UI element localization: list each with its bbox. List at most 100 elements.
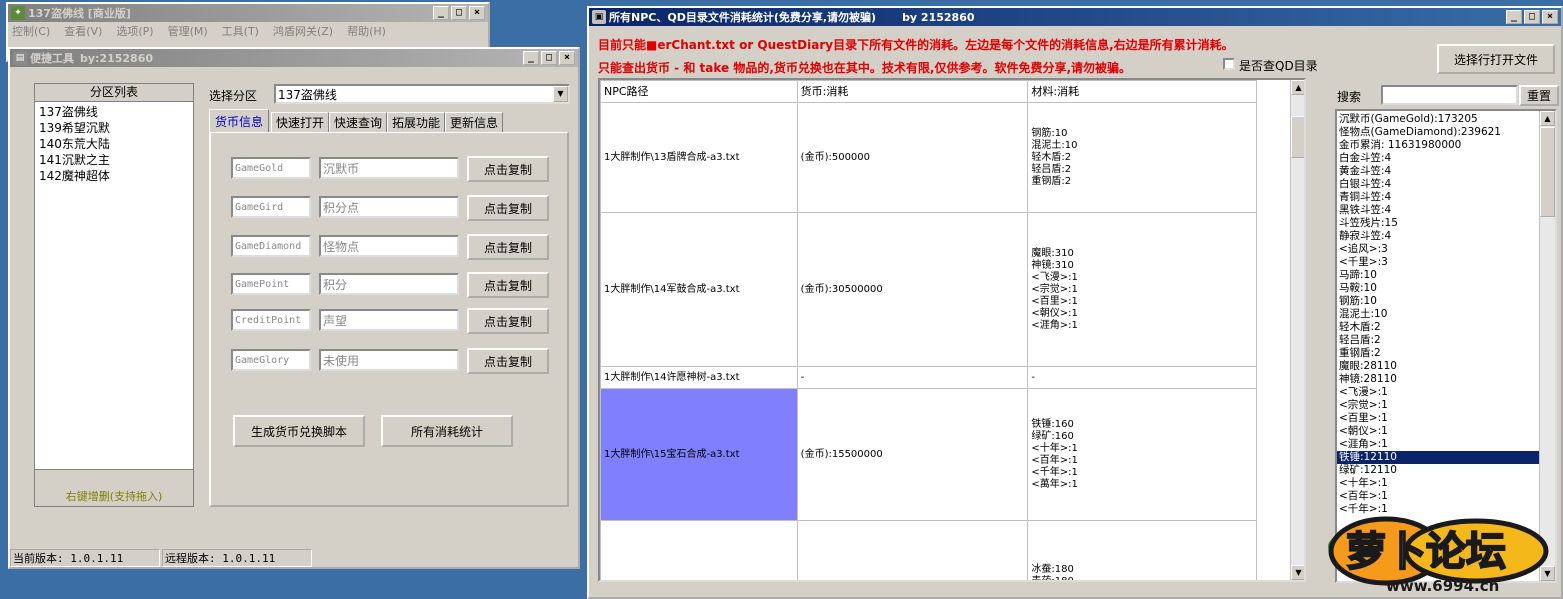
menu-item[interactable]: 管理(M): [168, 23, 208, 39]
zone-list-item[interactable]: 142魔神超体: [39, 168, 189, 184]
minimize-button[interactable]: _: [1506, 10, 1522, 24]
tab-2[interactable]: 快速查询: [329, 112, 387, 132]
zone-list[interactable]: 137盗佛线 139希望沉默 140东荒大陆 141沉默之主 142魔神超体: [35, 102, 193, 470]
summary-item[interactable]: 怪物点(GameDiamond):239621: [1337, 126, 1541, 139]
summary-item[interactable]: 马鞍:10: [1337, 282, 1541, 295]
currency-name-field[interactable]: 声望: [319, 309, 459, 331]
summary-item[interactable]: <千里>:3: [1337, 256, 1541, 269]
summary-item[interactable]: 魔眼:28110: [1337, 360, 1541, 373]
summary-item[interactable]: 金币累消: 11631980000: [1337, 139, 1541, 152]
menu-item[interactable]: 鸿盾网关(Z): [273, 23, 333, 39]
summary-item[interactable]: 黄金斗笠:4: [1337, 165, 1541, 178]
maximize-button[interactable]: □: [1524, 10, 1540, 24]
column-header[interactable]: NPC路径: [600, 80, 798, 103]
generate-exchange-script-button[interactable]: 生成货币兑换脚本: [233, 415, 365, 447]
chevron-down-icon[interactable]: ▼: [553, 86, 568, 102]
menu-item[interactable]: 工具(T): [222, 23, 259, 39]
reset-button[interactable]: 重置: [1519, 85, 1559, 106]
tab-0[interactable]: 货币信息: [209, 109, 269, 132]
zone-list-item[interactable]: 137盗佛线: [39, 104, 189, 120]
summary-item[interactable]: 神镜:28110: [1337, 373, 1541, 386]
table-row[interactable]: 1大胖制作\14军鼓合成-a3.txt (金币):30500000 魔眼:310 神镜…: [600, 212, 1257, 367]
zone-list-item[interactable]: 141沉默之主: [39, 152, 189, 168]
npc-path-cell[interactable]: 1大胖制作\14军鼓合成-a3.txt: [600, 212, 798, 367]
currency-code-field[interactable]: GameDiamond: [231, 235, 311, 257]
summary-item[interactable]: <百里>:1: [1337, 412, 1541, 425]
summary-item[interactable]: <涯角>:1: [1337, 438, 1541, 451]
scroll-down-icon[interactable]: ▼: [1291, 565, 1304, 580]
currency-name-field[interactable]: 积分: [319, 273, 459, 295]
copy-button[interactable]: 点击复制: [467, 348, 549, 374]
npc-path-cell[interactable]: [600, 520, 798, 580]
table-row[interactable]: 1大胖制作\13盾牌合成-a3.txt (金币):500000 钢筋:10 混泥土:1…: [600, 102, 1257, 213]
summary-item[interactable]: 黑铁斗笠:4: [1337, 204, 1541, 217]
tab-3[interactable]: 拓展功能: [387, 112, 445, 132]
close-button[interactable]: ×: [1542, 10, 1558, 24]
copy-button[interactable]: 点击复制: [467, 272, 549, 298]
summary-item[interactable]: 重钢盾:2: [1337, 347, 1541, 360]
npc-path-cell[interactable]: 1大胖制作\13盾牌合成-a3.txt: [600, 102, 798, 213]
summary-item[interactable]: <追风>:3: [1337, 243, 1541, 256]
search-input[interactable]: [1381, 85, 1518, 105]
copy-button[interactable]: 点击复制: [467, 308, 549, 334]
close-button[interactable]: ×: [559, 51, 575, 65]
main-app-titlebar[interactable]: ✦ 137盗佛线 [商业版] _ □ ×: [8, 4, 488, 22]
column-header[interactable]: 货币:消耗: [796, 80, 1029, 103]
qd-checkbox[interactable]: [1223, 58, 1235, 70]
currency-name-field[interactable]: 积分点: [319, 196, 459, 218]
currency-code-field[interactable]: GamePoint: [231, 273, 311, 295]
summary-item[interactable]: 轻吕盾:2: [1337, 334, 1541, 347]
summary-item[interactable]: 斗笠残片:15: [1337, 217, 1541, 230]
close-button[interactable]: ×: [469, 6, 485, 20]
copy-button[interactable]: 点击复制: [467, 195, 549, 221]
summary-item[interactable]: <十年>:1: [1337, 477, 1541, 490]
summary-item[interactable]: <百年>:1: [1337, 490, 1541, 503]
table-row[interactable]: 冰蚕:180毒药:180香汕斗龄:1: [600, 520, 1257, 580]
copy-button[interactable]: 点击复制: [467, 234, 549, 260]
zone-select[interactable]: 137盗佛线 ▼: [274, 84, 570, 104]
currency-name-field[interactable]: 未使用: [319, 349, 459, 371]
summary-item[interactable]: 马蹄:10: [1337, 269, 1541, 282]
tool-titlebar[interactable]: ▤ 便捷工具 by:2152860 _ □ ×: [10, 49, 578, 67]
menu-item[interactable]: 控制(C): [12, 23, 50, 39]
summary-item[interactable]: 青铜斗笠:4: [1337, 191, 1541, 204]
scroll-thumb[interactable]: [1291, 116, 1304, 158]
copy-button[interactable]: 点击复制: [467, 156, 549, 182]
summary-item[interactable]: 绿矿:12110: [1337, 464, 1541, 477]
summary-item[interactable]: <飞漫>:1: [1337, 386, 1541, 399]
all-consumption-stats-button[interactable]: 所有消耗统计: [381, 415, 513, 447]
summary-item[interactable]: 静寂斗笠:4: [1337, 230, 1541, 243]
menu-item[interactable]: 帮助(H): [347, 23, 386, 39]
summary-item[interactable]: 铁锤:12110: [1337, 451, 1541, 464]
minimize-button[interactable]: _: [433, 6, 449, 20]
menu-item[interactable]: 选项(P): [116, 23, 153, 39]
scroll-up-icon[interactable]: ▲: [1291, 80, 1304, 95]
summary-item[interactable]: 钢筋:10: [1337, 295, 1541, 308]
currency-code-field[interactable]: CreditPoint: [231, 309, 311, 331]
stats-titlebar[interactable]: ▣ 所有NPC、QD目录文件消耗统计(免费分享,请勿被骗) by 2152860…: [589, 8, 1561, 26]
table-row[interactable]: 1大胖制作\14许愿神树-a3.txt - -: [600, 366, 1257, 389]
currency-name-field[interactable]: 沉默币: [319, 157, 459, 179]
currency-code-field[interactable]: GameGold: [231, 157, 311, 179]
summary-item[interactable]: <朝仪>:1: [1337, 425, 1541, 438]
summary-item[interactable]: 白金斗笠:4: [1337, 152, 1541, 165]
scroll-thumb[interactable]: [1540, 127, 1555, 217]
maximize-button[interactable]: □: [451, 6, 467, 20]
tab-4[interactable]: 更新信息: [445, 112, 503, 132]
summary-item[interactable]: 轻木盾:2: [1337, 321, 1541, 334]
currency-code-field[interactable]: GameGird: [231, 196, 311, 218]
tab-1[interactable]: 快速打开: [271, 112, 329, 132]
minimize-button[interactable]: _: [523, 51, 539, 65]
summary-item[interactable]: <宗觉>:1: [1337, 399, 1541, 412]
npc-path-cell[interactable]: 1大胖制作\15宝石合成-a3.txt: [600, 388, 798, 521]
open-selected-row-button[interactable]: 选择行打开文件: [1437, 44, 1555, 74]
npc-path-cell[interactable]: 1大胖制作\14许愿神树-a3.txt: [600, 366, 798, 389]
maximize-button[interactable]: □: [541, 51, 557, 65]
zone-list-item[interactable]: 140东荒大陆: [39, 136, 189, 152]
summary-item[interactable]: 白银斗笠:4: [1337, 178, 1541, 191]
grid-scrollbar[interactable]: ▲ ▼: [1290, 80, 1304, 580]
zone-list-item[interactable]: 139希望沉默: [39, 120, 189, 136]
table-row[interactable]: 1大胖制作\15宝石合成-a3.txt (金币):15500000 铁锤:160 绿矿…: [600, 388, 1257, 521]
scroll-up-icon[interactable]: ▲: [1540, 111, 1555, 126]
summary-item[interactable]: 混泥土:10: [1337, 308, 1541, 321]
